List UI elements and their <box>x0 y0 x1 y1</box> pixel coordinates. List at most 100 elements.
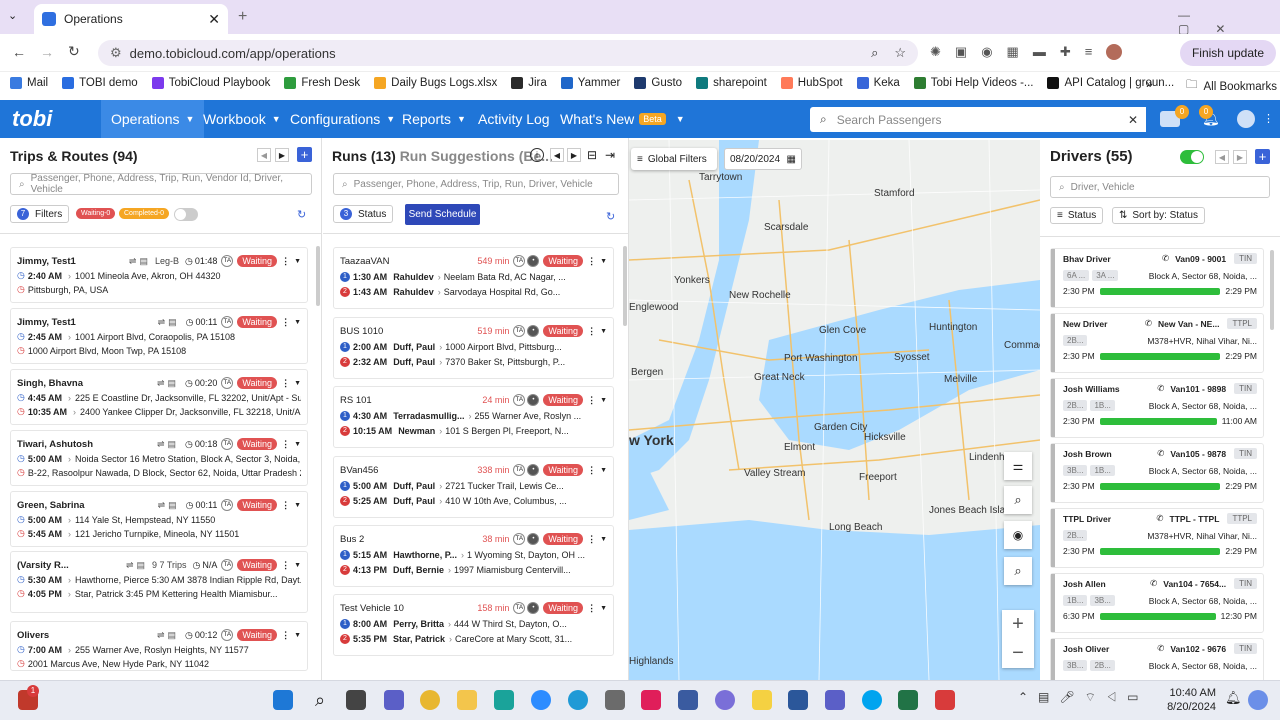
driver-card[interactable]: TTPL Driver ✆ TTPL - TTPL TTPL 2B... M378+HVR… <box>1050 508 1264 568</box>
info-icon[interactable]: i <box>530 148 544 162</box>
bookmark-item[interactable]: Daily Bugs Logs.xlsx <box>374 77 497 89</box>
map-view[interactable]: Tarrytown Stamford Scarsdale Yonkers New Roc… <box>629 140 1040 680</box>
chevron-down-icon[interactable]: ▼ <box>600 605 607 612</box>
bookmark-item[interactable]: HubSpot <box>780 77 843 89</box>
bookmark-item[interactable]: Gusto <box>634 77 682 89</box>
run-name[interactable]: Test Vehicle 10 <box>340 603 404 614</box>
address-bar[interactable]: ⚙ demo.tobicloud.com/app/operations ⌕ ☆ <box>98 40 918 66</box>
tab-close-icon[interactable]: ✕ <box>208 11 220 28</box>
completed-chip[interactable]: Completed-0 <box>119 208 170 219</box>
trip-card[interactable]: Green, Sabrina ⇌▤ ◷ 00:11 TA Waiting ⋮ ▼ ◷ 5:00 A… <box>10 491 308 547</box>
driver-name[interactable]: Bhav Driver <box>1063 254 1111 264</box>
nav-reports[interactable]: Reports ▼ <box>392 100 476 138</box>
more-icon[interactable]: ⋮ <box>587 534 596 545</box>
nav-whats-new[interactable]: What's New Beta ▼ <box>550 100 695 138</box>
more-icon[interactable]: ⋮ <box>281 630 290 641</box>
phone-icon[interactable]: ✆ <box>1156 513 1163 524</box>
nav-workbook[interactable]: Workbook ▼ <box>193 100 291 138</box>
prev-page-icon[interactable]: ◀ <box>1215 150 1229 164</box>
nav-configurations[interactable]: Configurations ▼ <box>280 100 405 138</box>
bookmark-item[interactable]: Yammer <box>560 77 620 89</box>
extension-icon[interactable]: ▬ <box>1033 44 1046 62</box>
extension-icon[interactable]: ▦ <box>1007 44 1019 62</box>
driver-name[interactable]: Josh Williams <box>1063 384 1120 394</box>
run-name[interactable]: Bus 2 <box>340 534 364 545</box>
run-name[interactable]: BVan456 <box>340 465 378 476</box>
drivers-toggle[interactable] <box>1180 150 1204 164</box>
acrobat-icon[interactable] <box>935 690 955 710</box>
zoom-search-icon[interactable]: ⌕ <box>1004 486 1032 514</box>
chevron-down-icon[interactable]: ▼ <box>294 562 301 569</box>
bookmark-star-icon[interactable]: ☆ <box>894 45 906 61</box>
drivers-search-input[interactable]: ⌕ Driver, Vehicle <box>1050 176 1270 198</box>
bookmark-item[interactable]: TOBI demo <box>62 77 138 89</box>
zoom-in-button[interactable]: + <box>1002 610 1034 639</box>
reload-icon[interactable]: ↻ <box>68 43 80 60</box>
more-icon[interactable]: ⋮ <box>281 560 290 571</box>
copilot-icon[interactable] <box>1248 690 1268 710</box>
filters-button[interactable]: 7 Filters <box>10 205 70 223</box>
more-icon[interactable]: ⋮ <box>281 378 290 389</box>
nav-activity-log[interactable]: Activity Log <box>468 100 560 138</box>
next-page-icon[interactable]: ▶ <box>275 148 289 162</box>
zoom-out-button[interactable]: − <box>1002 639 1034 668</box>
chevron-down-icon[interactable]: ▼ <box>600 328 607 335</box>
driver-name[interactable]: Josh Brown <box>1063 449 1112 459</box>
trip-card[interactable]: Singh, Bhavna ⇌▤ ◷ 00:20 TA Waiting ⋮ ▼ ◷ 4:45 AM… <box>10 369 308 425</box>
task-view-icon[interactable] <box>346 690 366 710</box>
chrome-icon[interactable] <box>420 690 440 710</box>
sort-button[interactable]: ⇅ Sort by: Status <box>1112 207 1205 224</box>
trip-card[interactable]: Jimmy, Test1 ⇌▤ Leg-B ◷ 01:48 TA Waiting ⋮ ▼ ◷ 2:4… <box>10 247 308 303</box>
date-picker[interactable]: 08/20/2024 ▦ <box>724 148 802 170</box>
trips-scrollbar[interactable] <box>316 246 320 306</box>
run-name[interactable]: BUS 1010 <box>340 326 383 337</box>
runs-search-input[interactable]: ⌕ Passenger, Phone, Address, Trip, Run, D… <box>333 173 619 195</box>
teams-icon[interactable] <box>825 690 845 710</box>
clear-search-icon[interactable]: ✕ <box>1120 107 1146 132</box>
back-icon[interactable]: ← <box>12 44 26 60</box>
refresh-icon[interactable]: ↻ <box>297 208 306 221</box>
window-controls[interactable]: —▢✕ <box>1178 8 1280 36</box>
extension-icon[interactable]: ◉ <box>981 44 992 62</box>
tab-list-icon[interactable]: ⌄ <box>8 9 26 25</box>
bookmark-item[interactable]: API Catalog | groun... <box>1047 77 1174 89</box>
drivers-scrollbar[interactable] <box>1270 250 1274 330</box>
next-page-icon[interactable]: ▶ <box>1233 150 1247 164</box>
profile-avatar[interactable] <box>1106 44 1123 60</box>
passenger-name[interactable]: Green, Sabrina <box>17 500 85 511</box>
windows-start-icon[interactable] <box>273 690 293 710</box>
puzzle-icon[interactable]: ✚ <box>1060 44 1071 62</box>
phone-icon[interactable]: ✆ <box>1145 318 1152 329</box>
chevron-down-icon[interactable]: ▼ <box>294 258 301 265</box>
chevron-down-icon[interactable]: ▼ <box>600 536 607 543</box>
trip-card[interactable]: Tiwari, Ashutosh ⇌▤ ◷ 00:18 TA Waiting ⋮ ▼ ◷ 5:00… <box>10 430 308 486</box>
more-icon[interactable]: ⋮ <box>587 395 596 406</box>
phone-icon[interactable]: ✆ <box>1157 383 1164 394</box>
collapse-icon[interactable]: ⊟ <box>587 148 597 162</box>
runs-scrollbar[interactable] <box>623 246 627 326</box>
driver-card[interactable]: New Driver ✆ New Van - NE... TTPL 2B... M378+… <box>1050 313 1264 373</box>
chevron-down-icon[interactable]: ▼ <box>294 441 301 448</box>
edge-icon[interactable] <box>568 690 588 710</box>
driver-name[interactable]: New Driver <box>1063 319 1107 329</box>
more-icon[interactable]: ⋮ <box>587 465 596 476</box>
drivers-status-filter[interactable]: ≡ Status <box>1050 207 1104 224</box>
search-passengers-input[interactable]: ⌕ Search Passengers <box>810 107 1146 132</box>
more-icon[interactable]: ⋮ <box>587 256 596 267</box>
bookmark-item[interactable]: sharepoint <box>696 77 767 89</box>
prev-page-icon[interactable]: ◀ <box>257 148 271 162</box>
runs-status-filter[interactable]: 3 Status <box>333 205 394 223</box>
driver-card[interactable]: Bhav Driver ✆ Van09 - 9001 TIN 6A ... 3A ... B… <box>1050 248 1264 308</box>
nav-operations[interactable]: Operations ▼ <box>101 100 205 138</box>
skype-icon[interactable] <box>862 690 882 710</box>
run-card[interactable]: RS 101 24 min TA • Waiting ⋮ ▼ 1 4:30 AM Terradas… <box>333 386 614 448</box>
map-settings-icon[interactable]: ⚌ <box>1004 452 1032 480</box>
add-trip-button[interactable]: + <box>297 147 312 162</box>
passenger-name[interactable]: Singh, Bhavna <box>17 378 83 389</box>
more-icon[interactable]: ⋮ <box>281 256 290 267</box>
trip-card[interactable]: Jimmy, Test1 ⇌▤ ◷ 00:11 TA Waiting ⋮ ▼ ◷ 2:45 AM ›… <box>10 308 308 364</box>
sticky-notes-icon[interactable] <box>752 690 772 710</box>
passenger-name[interactable]: (Varsity R... <box>17 560 69 571</box>
global-filters-button[interactable]: ≡ Global Filters <box>631 148 717 170</box>
file-explorer-icon[interactable] <box>457 690 477 710</box>
